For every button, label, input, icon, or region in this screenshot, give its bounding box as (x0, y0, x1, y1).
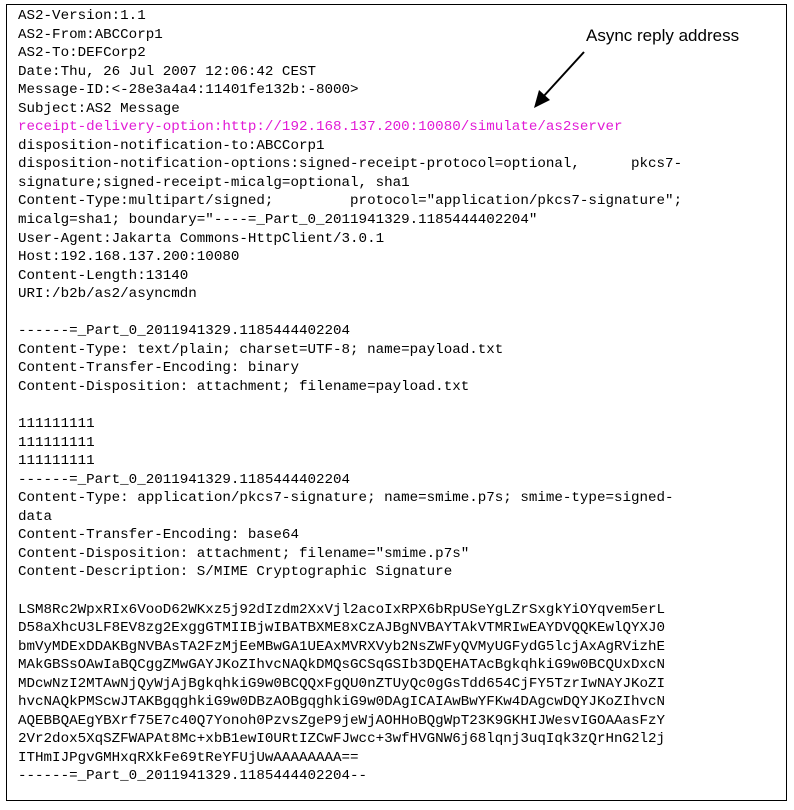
header-line: disposition-notification-options:signed-… (18, 156, 683, 173)
mime-boundary-line: ------=_Part_0_2011941329.1185444402204 (18, 323, 351, 340)
mime-end-boundary-line: ------=_Part_0_2011941329.1185444402204-… (18, 768, 368, 785)
signature-line: D58aXhcU3LF8EV8zg2ExggGTMIIBjwIBATBXME8x… (18, 620, 666, 637)
header-line: User-Agent:Jakarta Commons-HttpClient/3.… (18, 230, 385, 247)
part-header-line: Content-Transfer-Encoding: binary (18, 360, 299, 377)
signature-line: hvcNAQkPMScwJTAKBgqghkiG9w0DBzAOBgqghkiG… (18, 694, 666, 711)
part-header-line: Content-Description: S/MIME Cryptographi… (18, 564, 453, 581)
part-header-line: Content-Transfer-Encoding: base64 (18, 527, 299, 544)
signature-line: LSM8Rc2WpxRIx6VooD62WKxz5j92dIzdm2XxVjl2… (18, 601, 666, 618)
header-line: Message-ID:<-28e3a4a4:11401fe132b:-8000> (18, 82, 359, 99)
header-line: Date:Thu, 26 Jul 2007 12:06:42 CEST (18, 63, 316, 80)
as2-message-document: AS2-Version:1.1 AS2-From:ABCCorp1 AS2-To… (18, 7, 778, 786)
header-line: Host:192.168.137.200:10080 (18, 249, 240, 266)
header-line: disposition-notification-to:ABCCorp1 (18, 137, 325, 154)
signature-line: 2Vr2dox5XqSZFWAPAt8Mc+xbB1ewI0URtIZCwFJw… (18, 731, 666, 748)
callout-arrow-icon (534, 51, 585, 108)
part-header-line: data (18, 508, 53, 525)
header-line: micalg=sha1; boundary="----=_Part_0_2011… (18, 212, 538, 229)
signature-line: MDcwNzI2MTAwNjQyWjAjBgkqhkiG9w0BCQQxFgQU… (18, 675, 666, 692)
header-line: AS2-Version:1.1 (18, 8, 146, 24)
signature-line: ITHmIJPgvGMHxqRXkFe69tReYFUjUwAAAAAAAA== (18, 749, 359, 766)
signature-line: MAkGBSsOAwIaBQCggZMwGAYJKoZIhvcNAQkDMQsG… (18, 657, 666, 674)
header-line: Content-Length:13140 (18, 267, 189, 284)
part-header-line: Content-Disposition: attachment; filenam… (18, 378, 470, 395)
signature-line: bmVyMDExDDAKBgNVBAsTA2FzMjEeMBwGA1UEAxMV… (18, 638, 666, 655)
receipt-delivery-option-line: receipt-delivery-option:http://192.168.1… (18, 119, 623, 136)
async-reply-callout: Async reply address (586, 26, 740, 45)
header-line: signature;signed-receipt-micalg=optional… (18, 174, 410, 191)
header-line: AS2-To:DEFCorp2 (18, 45, 146, 62)
part-header-line: Content-Disposition: attachment; filenam… (18, 545, 470, 562)
mime-boundary-line: ------=_Part_0_2011941329.1185444402204 (18, 471, 351, 488)
signature-line: AQEBBQAEgYBXrf75E7c40Q7Yonoh0PzvsZgeP9je… (18, 712, 666, 729)
header-line: URI:/b2b/as2/asyncmdn (18, 286, 197, 303)
part-header-line: Content-Type: application/pkcs7-signatur… (18, 490, 674, 507)
payload-line: 111111111 (18, 453, 95, 470)
part-header-line: Content-Type: text/plain; charset=UTF-8;… (18, 341, 504, 358)
payload-line: 111111111 (18, 416, 95, 433)
header-line: Content-Type:multipart/signed; protocol=… (18, 193, 683, 210)
payload-line: 111111111 (18, 434, 95, 451)
header-line: Subject:AS2 Message (18, 100, 180, 117)
